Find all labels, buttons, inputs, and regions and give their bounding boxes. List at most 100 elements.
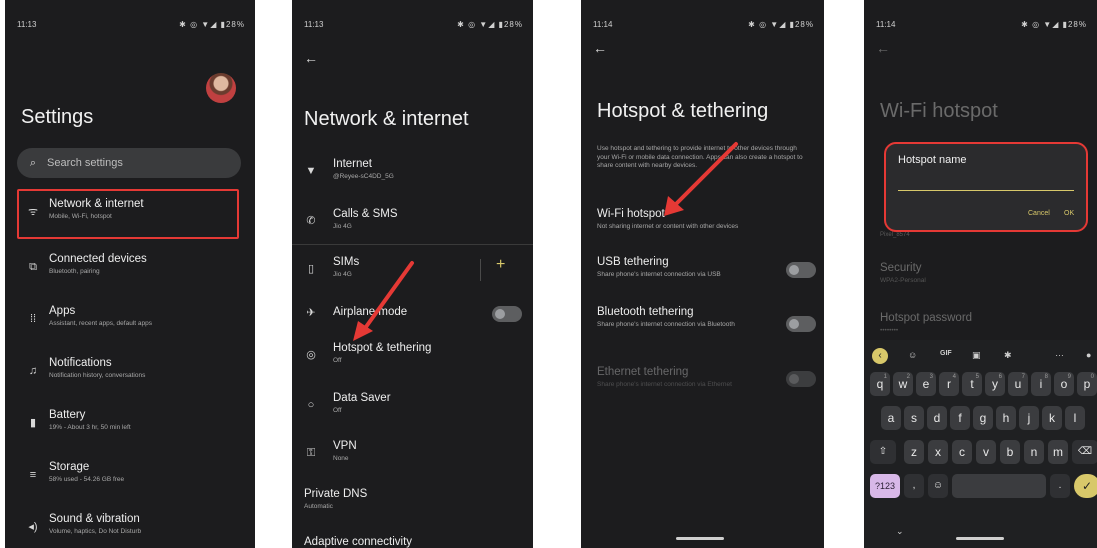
ethernet-tethering-item: Ethernet tethering Share phone's interne… (597, 366, 732, 388)
status-icons: ✱ ◎ ▼◢ ▮28% (1021, 20, 1087, 29)
key-y[interactable]: y6 (985, 372, 1005, 396)
gesture-nav-bar[interactable] (676, 537, 724, 540)
network-item-hotspot-tethering[interactable]: ◎ Hotspot & tethering Off (292, 340, 533, 376)
key-q[interactable]: q1 (870, 372, 890, 396)
key-o[interactable]: o9 (1054, 372, 1074, 396)
key-z[interactable]: z (904, 440, 924, 464)
battery-icon: ▮ (29, 417, 37, 429)
key-n[interactable]: n (1024, 440, 1044, 464)
key-g[interactable]: g (973, 406, 993, 430)
wifi-icon: ▼ (305, 165, 317, 177)
settings-item-storage[interactable]: ≡ Storage 58% used - 54.26 GB free (5, 459, 255, 499)
key-x[interactable]: x (928, 440, 948, 464)
network-item-vpn[interactable]: ⚿ VPN None (292, 438, 533, 474)
key-j[interactable]: j (1019, 406, 1039, 430)
settings-gear-icon[interactable]: ✱ (1004, 350, 1012, 361)
space-key[interactable] (952, 474, 1046, 498)
back-arrow-icon[interactable]: ← (593, 40, 607, 56)
comma-key[interactable]: , (904, 474, 924, 498)
status-bar: 11:14 ✱ ◎ ▼◢ ▮28% (876, 20, 1087, 32)
keyboard-hide-icon[interactable]: ⌄ (896, 526, 904, 537)
settings-item-sound[interactable]: ◂) Sound & vibration Volume, haptics, Do… (5, 511, 255, 547)
key-hint: 1 (883, 374, 887, 380)
key-s[interactable]: s (904, 406, 924, 430)
clipboard-icon[interactable]: ▣ (972, 350, 981, 361)
storage-icon: ≡ (29, 469, 37, 481)
page-title: Network & internet (304, 108, 469, 130)
ok-button[interactable]: OK (1064, 210, 1074, 217)
key-hint: 6 (998, 374, 1002, 380)
network-item-calls-sms[interactable]: ✆ Calls & SMS Jio 4G (292, 206, 533, 242)
ethernet-tethering-toggle (786, 371, 816, 387)
cancel-button[interactable]: Cancel (1028, 210, 1050, 217)
settings-item-network[interactable]: ᯤ Network & internet Mobile, Wi-Fi, hots… (5, 196, 255, 236)
key-b[interactable]: b (1000, 440, 1020, 464)
key-v[interactable]: v (976, 440, 996, 464)
key-p[interactable]: p0 (1077, 372, 1097, 396)
settings-item-apps[interactable]: ⁞⁞ Apps Assistant, recent apps, default … (5, 303, 255, 343)
mic-icon[interactable]: ● (1086, 350, 1091, 360)
backspace-key[interactable]: ⌫ (1072, 440, 1097, 464)
add-sim-icon[interactable]: + (496, 256, 505, 274)
security-item[interactable]: Security WPA2-Personal (880, 262, 926, 284)
key-a[interactable]: a (881, 406, 901, 430)
key-i[interactable]: i8 (1031, 372, 1051, 396)
settings-item-notifications[interactable]: ♫ Notifications Notification history, co… (5, 355, 255, 395)
more-icon[interactable]: … (1055, 348, 1064, 358)
key-c[interactable]: c (952, 440, 972, 464)
key-u[interactable]: u7 (1008, 372, 1028, 396)
status-time: 11:14 (876, 20, 896, 29)
emoji-sticker-icon[interactable]: ☺ (908, 350, 917, 360)
on-screen-keyboard: ‹ ☺ GIF ▣ ✱ … ● q1w2e3r4t5y6u7i8o9p0 asd… (864, 340, 1097, 548)
key-hint: 2 (906, 374, 910, 380)
key-e[interactable]: e3 (916, 372, 936, 396)
page-title: Wi-Fi hotspot (880, 100, 998, 122)
vpn-key-icon: ⚿ (306, 447, 316, 459)
key-r[interactable]: r4 (939, 372, 959, 396)
key-h[interactable]: h (996, 406, 1016, 430)
network-item-private-dns[interactable]: Private DNS Automatic (292, 486, 533, 518)
settings-item-battery[interactable]: ▮ Battery 19% - About 3 hr, 50 min left (5, 407, 255, 447)
network-item-adaptive-connectivity[interactable]: Adaptive connectivity (292, 532, 533, 548)
gesture-nav-bar[interactable] (956, 537, 1004, 540)
hotspot-password-item[interactable]: Hotspot password •••••••• (880, 312, 972, 334)
hotspot-icon: ◎ (306, 349, 316, 361)
key-hint: 3 (929, 374, 933, 380)
bluetooth-tethering-item[interactable]: Bluetooth tethering Share phone's intern… (597, 306, 747, 346)
period-key[interactable]: . (1050, 474, 1070, 498)
keyboard-collapse-icon[interactable]: ‹ (872, 348, 888, 364)
status-icons: ✱ ◎ ▼◢ ▮28% (457, 20, 523, 29)
key-hint: 4 (952, 374, 956, 380)
usb-tethering-item[interactable]: USB tethering Share phone's internet con… (597, 256, 767, 286)
usb-tethering-toggle[interactable] (786, 262, 816, 278)
key-f[interactable]: f (950, 406, 970, 430)
search-input[interactable]: ⌕ Search settings (17, 148, 241, 178)
key-w[interactable]: w2 (893, 372, 913, 396)
settings-item-connected-devices[interactable]: ⧉ Connected devices Bluetooth, pairing (5, 251, 255, 291)
airplane-mode-toggle[interactable] (492, 306, 522, 322)
enter-check-key[interactable]: ✓ (1074, 474, 1097, 498)
data-saver-icon: ○ (307, 399, 315, 411)
hotspot-name-dialog: Hotspot name Cancel OK (884, 142, 1088, 232)
key-hint: 5 (975, 374, 979, 380)
back-arrow-icon[interactable]: ← (876, 40, 890, 56)
key-m[interactable]: m (1048, 440, 1068, 464)
key-d[interactable]: d (927, 406, 947, 430)
red-arrow-annotation (664, 142, 738, 216)
shift-key[interactable]: ⇧ (870, 440, 896, 464)
avatar[interactable] (206, 73, 236, 103)
bluetooth-tethering-toggle[interactable] (786, 316, 816, 332)
key-hint: 9 (1067, 374, 1071, 380)
gif-button[interactable]: GIF (940, 350, 952, 357)
key-k[interactable]: k (1042, 406, 1062, 430)
network-item-internet[interactable]: ▼ Internet @Reyee-sC4DD_5G (292, 156, 533, 192)
key-hint: 8 (1044, 374, 1048, 380)
back-arrow-icon[interactable]: ← (304, 50, 318, 66)
symbols-key[interactable]: ?123 (870, 474, 900, 498)
calls-sms-icon: ✆ (306, 215, 316, 227)
emoji-key[interactable]: ☺ (928, 474, 948, 498)
key-l[interactable]: l (1065, 406, 1085, 430)
network-item-data-saver[interactable]: ○ Data Saver Off (292, 390, 533, 426)
key-t[interactable]: t5 (962, 372, 982, 396)
hotspot-name-input[interactable] (898, 190, 1074, 191)
